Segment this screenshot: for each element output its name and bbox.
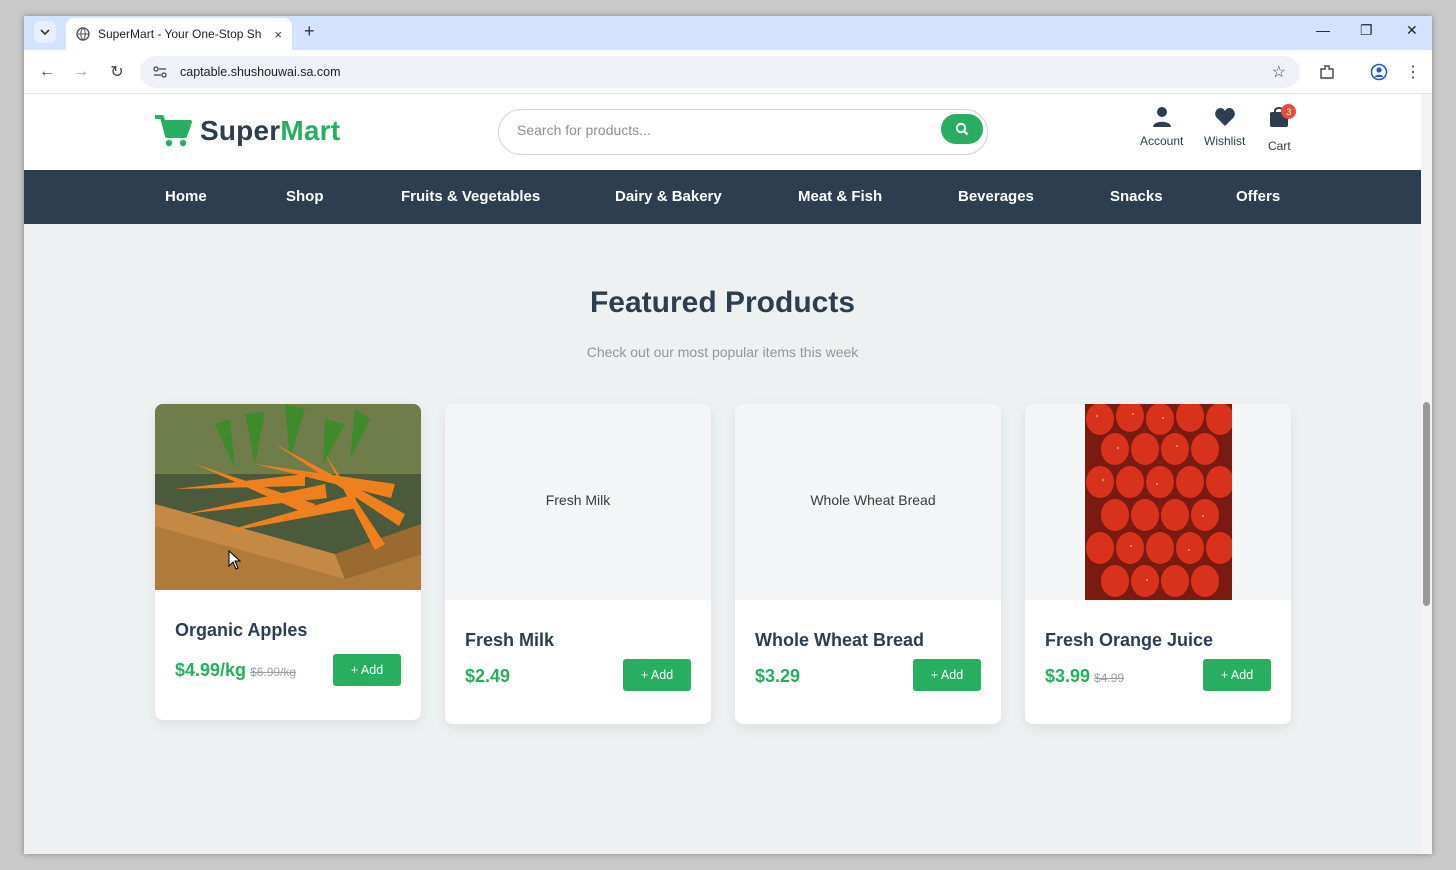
product-name[interactable]: Fresh Orange Juice: [1045, 630, 1213, 651]
wishlist-link[interactable]: Wishlist: [1204, 106, 1245, 148]
product-name[interactable]: Organic Apples: [175, 620, 307, 641]
cart-link[interactable]: 3 Cart: [1268, 104, 1297, 153]
url-text: captable.shushouwai.sa.com: [180, 65, 341, 79]
tab-strip: SuperMart - Your One-Stop Sho × + — ❐ ✕: [24, 16, 1432, 50]
tab-title: SuperMart - Your One-Stop Sho: [98, 27, 262, 41]
add-to-cart-button[interactable]: + Add: [623, 659, 691, 691]
cart-icon-wrap: 3: [1269, 104, 1297, 133]
old-price: $4.99: [1094, 671, 1125, 685]
section-title: Featured Products: [589, 286, 856, 319]
cart-label: Cart: [1268, 139, 1291, 153]
new-tab-button[interactable]: +: [304, 21, 315, 42]
nav-fruits-vegetables[interactable]: Fruits & Vegetables: [401, 188, 540, 205]
globe-icon: [76, 27, 90, 41]
broken-image-alt: Fresh Milk: [545, 492, 611, 508]
product-name[interactable]: Whole Wheat Bread: [755, 630, 924, 651]
web-page: SuperMart Account Wishlist 3: [24, 94, 1421, 854]
logo-text-mart: Mart: [280, 115, 341, 146]
cart-count-badge: 3: [1281, 104, 1297, 119]
browser-tab[interactable]: SuperMart - Your One-Stop Sho ×: [66, 18, 292, 50]
current-price: $3.99: [1045, 666, 1091, 686]
search-icon: [955, 122, 969, 136]
nav-meat-fish[interactable]: Meat & Fish: [798, 188, 882, 205]
nav-offers[interactable]: Offers: [1236, 188, 1280, 205]
logo-text-super: Super: [200, 115, 281, 146]
page-scrollbar[interactable]: [1421, 94, 1432, 854]
main-nav: Home Shop Fruits & Vegetables Dairy & Ba…: [24, 170, 1421, 224]
product-card[interactable]: Organic Apples $4.99/kg $6.99/kg + Add: [155, 404, 421, 720]
screen-frame: SuperMart - Your One-Stop Sho × + — ❐ ✕ …: [0, 0, 1456, 870]
logo[interactable]: SuperMart: [154, 114, 340, 148]
add-to-cart-button[interactable]: + Add: [1203, 659, 1271, 691]
nav-dairy-bakery[interactable]: Dairy & Bakery: [615, 188, 722, 205]
heart-icon: [1214, 108, 1235, 126]
product-card[interactable]: Fresh Milk Fresh Milk $2.49 + Add: [445, 404, 711, 724]
mouse-cursor-icon: [228, 550, 242, 570]
browser-window: SuperMart - Your One-Stop Sho × + — ❐ ✕ …: [24, 16, 1432, 854]
wishlist-label: Wishlist: [1204, 134, 1246, 148]
minimize-button[interactable]: —: [1316, 22, 1330, 38]
product-image-placeholder[interactable]: Whole Wheat Bread: [735, 404, 1001, 600]
product-image-placeholder[interactable]: Fresh Milk: [445, 404, 711, 600]
back-icon[interactable]: ←: [38, 63, 56, 81]
account-label: Account: [1140, 134, 1184, 148]
nav-home[interactable]: Home: [165, 188, 207, 205]
product-image-strawberries[interactable]: [1025, 404, 1291, 600]
broken-image-alt: Whole Wheat Bread: [810, 492, 936, 508]
product-price: $2.49: [465, 666, 511, 686]
extensions-icon[interactable]: [1318, 63, 1336, 81]
shopping-cart-icon: [155, 115, 192, 147]
product-card[interactable]: Fresh Orange Juice $3.99 $4.99 + Add: [1025, 404, 1291, 724]
close-window-button[interactable]: ✕: [1406, 22, 1418, 39]
logo-text: SuperMart: [200, 115, 340, 147]
forward-icon[interactable]: →: [72, 63, 90, 81]
carrots-photo: [155, 404, 421, 590]
tab-close-icon[interactable]: ×: [274, 27, 282, 42]
add-to-cart-button[interactable]: + Add: [913, 659, 981, 691]
current-price: $4.99/kg: [175, 660, 247, 680]
browser-toolbar: ← → ↻ captable.shushouwai.sa.com ☆ ⋮: [24, 50, 1432, 94]
address-bar[interactable]: captable.shushouwai.sa.com ☆: [140, 56, 1300, 88]
product-card[interactable]: Whole Wheat Bread Whole Wheat Bread $3.2…: [735, 404, 1001, 724]
chevron-down-icon: [40, 29, 50, 36]
search-box: [498, 109, 988, 155]
nav-snacks[interactable]: Snacks: [1110, 188, 1163, 205]
nav-shop[interactable]: Shop: [286, 188, 324, 205]
old-price: $6.99/kg: [250, 665, 297, 679]
search-input[interactable]: [517, 122, 917, 138]
account-link[interactable]: Account: [1140, 106, 1183, 148]
section-subtitle: Check out our most popular items this we…: [586, 344, 859, 360]
scrollbar-thumb[interactable]: [1423, 402, 1430, 606]
product-price: $3.99 $4.99: [1045, 666, 1124, 687]
add-to-cart-button[interactable]: + Add: [333, 654, 401, 686]
product-price: $4.99/kg $6.99/kg: [175, 660, 296, 681]
tab-search-button[interactable]: [34, 21, 56, 43]
reload-icon[interactable]: ↻: [108, 63, 126, 81]
site-info-icon[interactable]: [152, 64, 168, 80]
bookmark-star-icon[interactable]: ☆: [1272, 62, 1286, 82]
menu-dots-icon[interactable]: ⋮: [1404, 63, 1422, 81]
user-icon: [1152, 107, 1171, 127]
site-header: SuperMart Account Wishlist 3: [24, 94, 1421, 170]
product-name[interactable]: Fresh Milk: [465, 630, 554, 651]
restore-button[interactable]: ❐: [1360, 22, 1373, 39]
profile-icon[interactable]: [1370, 63, 1388, 81]
product-image-carrots[interactable]: [155, 404, 421, 590]
nav-beverages[interactable]: Beverages: [958, 188, 1034, 205]
product-price: $3.29: [755, 666, 801, 686]
strawberries-photo: [1085, 404, 1232, 600]
search-button[interactable]: [941, 114, 983, 144]
